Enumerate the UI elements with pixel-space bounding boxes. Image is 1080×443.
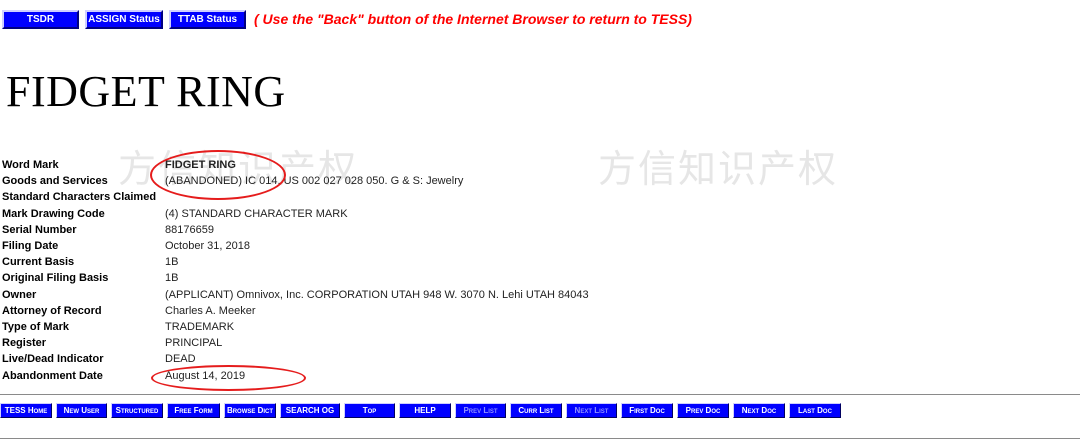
mark-title: FIDGET RING <box>6 67 286 116</box>
type-of-mark-label: Type of Mark <box>2 320 70 333</box>
search-og-button[interactable]: SEARCH OG <box>280 402 340 418</box>
mark-drawing-code-value: (4) STANDARD CHARACTER MARK <box>165 207 348 220</box>
curr-list-button[interactable]: Curr List <box>510 402 562 418</box>
row-live-dead: Live/Dead Indicator DEAD <box>2 351 589 367</box>
divider-top <box>0 394 1080 395</box>
attorney-label: Attorney of Record <box>2 304 102 317</box>
row-filing-date: Filing Date October 31, 2018 <box>2 238 589 254</box>
row-register: Register PRINCIPAL <box>2 335 589 351</box>
row-goods-services: Goods and Services (ABANDONED) IC 014. U… <box>2 173 589 189</box>
prev-list-button[interactable]: Prev List <box>455 402 506 418</box>
ttab-status-button[interactable]: TTAB Status <box>169 9 246 29</box>
prev-doc-button[interactable]: Prev Doc <box>677 402 729 418</box>
register-value: PRINCIPAL <box>165 337 223 350</box>
browse-dict-button[interactable]: Browse Dict <box>224 402 276 418</box>
tess-home-button[interactable]: TESS Home <box>0 402 52 418</box>
owner-value: (APPLICANT) Omnivox, Inc. CORPORATION UT… <box>165 288 589 301</box>
row-original-filing-basis: Original Filing Basis 1B <box>2 270 589 286</box>
current-basis-value: 1B <box>165 256 179 269</box>
tsdr-button[interactable]: TSDR <box>2 9 79 29</box>
word-mark-label: Word Mark <box>2 159 59 172</box>
new-user-button[interactable]: New User <box>56 402 107 418</box>
top-nav: TSDR ASSIGN Status TTAB Status ( Use the… <box>2 8 692 30</box>
abandonment-date-label: Abandonment Date <box>2 369 103 382</box>
trademark-record: Word Mark FIDGET RING Goods and Services… <box>2 157 589 384</box>
live-dead-value: DEAD <box>165 353 196 366</box>
first-doc-button[interactable]: First Doc <box>621 402 673 418</box>
original-filing-basis-value: 1B <box>165 272 179 285</box>
row-standard-characters: Standard Characters Claimed <box>2 189 589 205</box>
row-owner: Owner (APPLICANT) Omnivox, Inc. CORPORAT… <box>2 287 589 303</box>
row-current-basis: Current Basis 1B <box>2 254 589 270</box>
next-doc-button[interactable]: Next Doc <box>733 402 785 418</box>
last-doc-button[interactable]: Last Doc <box>789 402 841 418</box>
filing-date-value: October 31, 2018 <box>165 240 251 253</box>
watermark-right: 方信知识产权 <box>598 147 839 191</box>
help-button[interactable]: HELP <box>399 402 451 418</box>
row-type-of-mark: Type of Mark TRADEMARK <box>2 319 589 335</box>
register-label: Register <box>2 337 47 350</box>
abandonment-date-value: August 14, 2019 <box>165 369 246 382</box>
word-mark-value: FIDGET RING <box>165 159 236 172</box>
owner-label: Owner <box>2 288 37 301</box>
row-abandonment-date: Abandonment Date August 14, 2019 <box>2 367 589 383</box>
current-basis-label: Current Basis <box>2 256 75 269</box>
divider-bottom <box>0 438 1080 439</box>
goods-services-label: Goods and Services <box>2 175 108 188</box>
bottom-nav: TESS Home New User Structured Free Form … <box>0 402 845 418</box>
back-instruction-note: ( Use the "Back" button of the Internet … <box>254 11 692 27</box>
attorney-value: Charles A. Meeker <box>165 304 256 317</box>
row-word-mark: Word Mark FIDGET RING <box>2 157 589 173</box>
row-serial-number: Serial Number 88176659 <box>2 222 589 238</box>
next-list-button[interactable]: Next List <box>566 402 617 418</box>
top-button[interactable]: Top <box>344 402 395 418</box>
serial-number-value: 88176659 <box>165 223 214 236</box>
serial-number-label: Serial Number <box>2 223 77 236</box>
structured-button[interactable]: Structured <box>111 402 163 418</box>
goods-services-value: (ABANDONED) IC 014. US 002 027 028 050. … <box>165 175 464 188</box>
assign-status-button[interactable]: ASSIGN Status <box>85 9 163 29</box>
mark-drawing-code-label: Mark Drawing Code <box>2 207 105 220</box>
filing-date-label: Filing Date <box>2 240 59 253</box>
original-filing-basis-label: Original Filing Basis <box>2 272 109 285</box>
standard-characters-label: Standard Characters Claimed <box>2 191 157 204</box>
row-attorney: Attorney of Record Charles A. Meeker <box>2 303 589 319</box>
type-of-mark-value: TRADEMARK <box>165 320 235 333</box>
row-mark-drawing-code: Mark Drawing Code (4) STANDARD CHARACTER… <box>2 206 589 222</box>
free-form-button[interactable]: Free Form <box>167 402 220 418</box>
live-dead-label: Live/Dead Indicator <box>2 353 104 366</box>
